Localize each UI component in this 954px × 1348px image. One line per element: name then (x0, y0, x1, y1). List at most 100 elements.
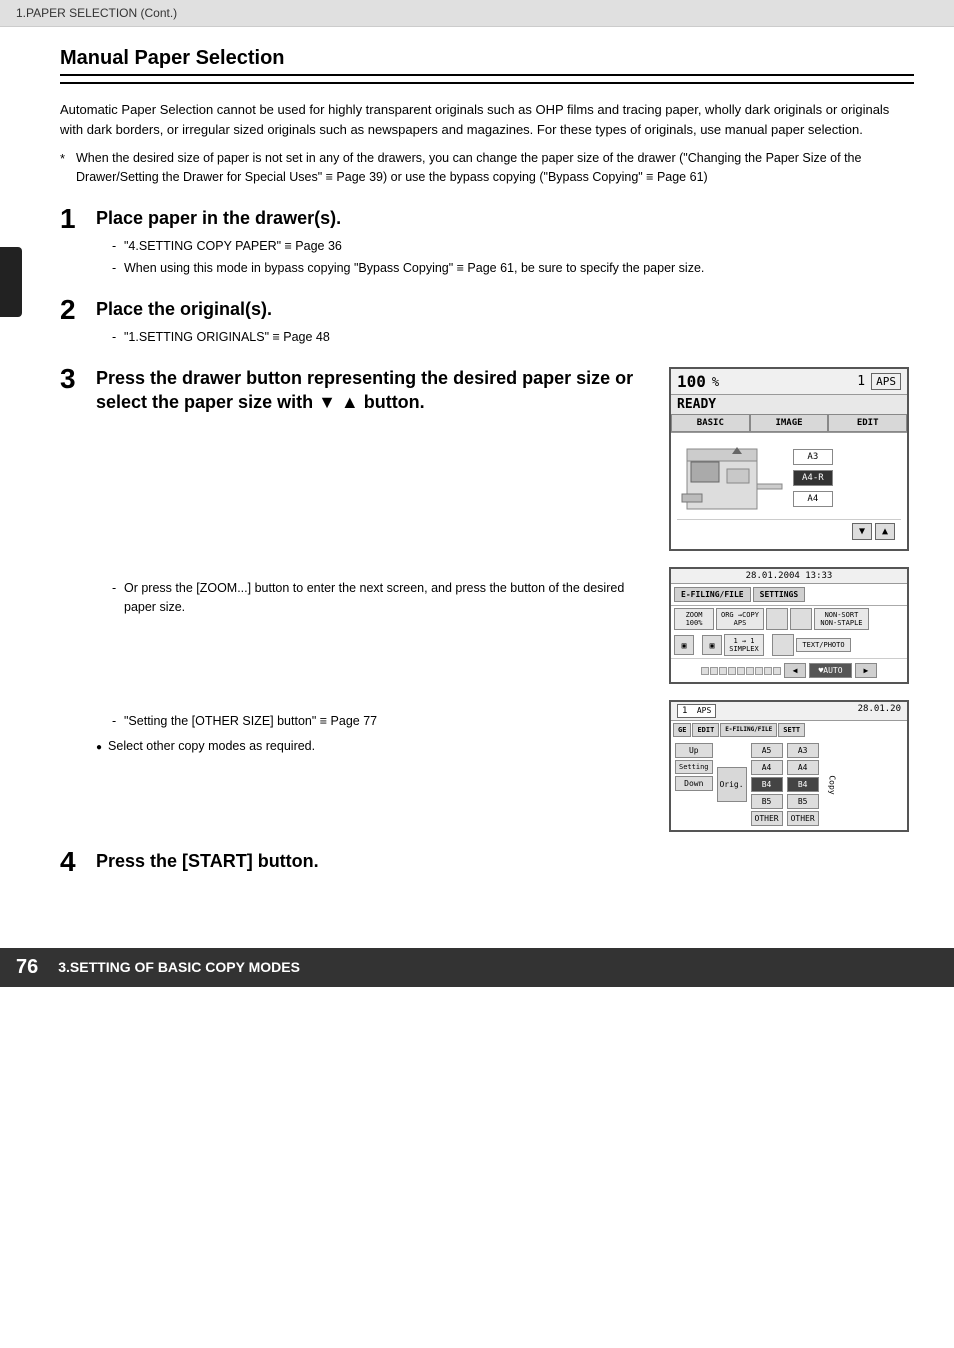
screen3-datetime: 28.01.20 (858, 704, 901, 718)
originals-icon: Orig. (717, 767, 747, 802)
step-2-sub-1: "1.SETTING ORIGINALS" ≡ Page 48 (112, 327, 914, 347)
copier-svg (677, 439, 787, 519)
screen-tab-image[interactable]: IMAGE (750, 414, 829, 432)
size-a4-1[interactable]: A4 (751, 760, 783, 775)
footer-bar: 76 3.SETTING OF BASIC COPY MODES (0, 948, 954, 987)
screen2-forward-btn[interactable]: ▶ (855, 663, 878, 678)
step-1-subs: "4.SETTING COPY PAPER" ≡ Page 36 When us… (112, 236, 914, 278)
nav-up-button[interactable]: ▲ (875, 523, 895, 540)
screen2-textphoto[interactable]: TEXT/PHOTO (796, 638, 851, 652)
screen-2-tab-settings[interactable]: SETTINGS (753, 587, 806, 602)
screen-2-container: 28.01.2004 13:33 E-FILING/FILE SETTINGS … (669, 567, 914, 684)
screen3-originals: Orig. (717, 743, 747, 826)
screen2-icon1 (766, 608, 788, 630)
step-3-layout: Press the drawer button representing the… (96, 367, 914, 551)
select-note-text: Select other copy modes as required. (108, 739, 315, 753)
step-1-sub-2: When using this mode in bypass copying "… (112, 258, 914, 278)
paper-size-buttons: A3 A4-R A4 (793, 449, 833, 509)
step-4-number: 4 (60, 848, 96, 876)
sidebar-tab (0, 247, 22, 317)
screen-1-copy-num: 1 (857, 374, 865, 389)
screen-2-tabs: E-FILING/FILE SETTINGS (671, 584, 907, 606)
screen-1-pct-symbol: % (712, 375, 719, 389)
screen-tab-basic[interactable]: BASIC (671, 414, 750, 432)
sq6 (746, 667, 754, 675)
paper-size-a4[interactable]: A4 (793, 491, 833, 507)
size-a3-2[interactable]: A3 (787, 743, 819, 758)
screen3-tab-edit[interactable]: EDIT (692, 723, 719, 737)
screen-2-row2: ▣ ▣ 1 → 1SIMPLEX TEXT/PHOTO (671, 632, 907, 658)
step-3-number: 3 (60, 365, 96, 393)
size-a5-1[interactable]: A5 (751, 743, 783, 758)
note-block: * When the desired size of paper is not … (60, 149, 914, 187)
screen-2-tab-efiling[interactable]: E-FILING/FILE (674, 587, 751, 602)
select-note-item: ● Select other copy modes as required. (96, 739, 653, 753)
step-3-content: Press the drawer button representing the… (96, 367, 914, 832)
size-b5-1[interactable]: B5 (751, 794, 783, 809)
screen3-tab-efiling[interactable]: E-FILING/FILE (720, 723, 777, 737)
screen2-icons (766, 608, 812, 630)
screen-1-container: 100 % 1 APS READY BASIC IMAGE EDIT (669, 367, 914, 551)
footer-text: 3.SETTING OF BASIC COPY MODES (58, 959, 300, 975)
screen-1-aps: APS (871, 373, 901, 390)
screen-2: 28.01.2004 13:33 E-FILING/FILE SETTINGS … (669, 567, 909, 684)
screen3-tab-sett[interactable]: SETT (778, 723, 805, 737)
screen-3: 1 APS 28.01.20 GE EDIT E-FILING/FILE SET… (669, 700, 909, 832)
step-2-content: Place the original(s). "1.SETTING ORIGIN… (96, 298, 914, 349)
screen3-tab-ge[interactable]: GE (673, 723, 691, 737)
screen2-dup-icons: ▣ ▣ (674, 635, 722, 655)
step-3: 3 Press the drawer button representing t… (60, 367, 914, 832)
screen-1-body: A3 A4-R A4 ▼ ▲ (671, 433, 907, 549)
header-text: 1.PAPER SELECTION (Cont.) (16, 6, 177, 20)
size-a4-2[interactable]: A4 (787, 760, 819, 775)
size-b5-2[interactable]: B5 (787, 794, 819, 809)
screen3-sizes-col2: A3 A4 B4 B5 OTHER Copy (787, 743, 819, 826)
sq2 (710, 667, 718, 675)
step-3-setting-text: "Setting the [OTHER SIZE] button" ≡ Page… (96, 700, 653, 757)
nav-down-button[interactable]: ▼ (852, 523, 872, 540)
screen-3-tabs: GE EDIT E-FILING/FILE SETT (671, 721, 907, 739)
intro-paragraph: Automatic Paper Selection cannot be used… (60, 100, 914, 139)
small-squares-row (701, 667, 781, 675)
step-3-setting-section: "Setting the [OTHER SIZE] button" ≡ Page… (96, 700, 914, 832)
screen3-left-col: Up Setting Down (675, 743, 713, 826)
step-1-number: 1 (60, 205, 96, 233)
screen-tab-edit[interactable]: EDIT (828, 414, 907, 432)
sq1 (701, 667, 709, 675)
step-4-title: Press the [START] button. (96, 850, 914, 873)
step-3-or-text: Or press the [ZOOM...] button to enter t… (96, 567, 653, 625)
screen3-setting-btn[interactable]: Setting (675, 760, 713, 774)
screen2-auto-btn[interactable]: ◀ (784, 663, 807, 678)
screen2-auto-label[interactable]: ♥AUTO (809, 663, 851, 678)
step-4: 4 Press the [START] button. (60, 850, 914, 879)
footer-page-number: 76 (16, 956, 38, 979)
screen-3-container: 1 APS 28.01.20 GE EDIT E-FILING/FILE SET… (669, 700, 914, 832)
screen2-aps[interactable]: ORG →COPYAPS (716, 608, 764, 630)
step-3-title: Press the drawer button representing the… (96, 367, 653, 414)
size-other-2[interactable]: OTHER (787, 811, 819, 826)
step-2: 2 Place the original(s). "1.SETTING ORIG… (60, 298, 914, 349)
sq7 (755, 667, 763, 675)
step-3-or-section: Or press the [ZOOM...] button to enter t… (96, 567, 914, 684)
screen-1-tabs: BASIC IMAGE EDIT (671, 414, 907, 433)
screen2-nonsort[interactable]: NON-SORTNON-STAPLE (814, 608, 869, 630)
sq4 (728, 667, 736, 675)
screen3-sizes-col1: A5 A4 B4 B5 OTHER (751, 743, 783, 826)
step-2-number: 2 (60, 296, 96, 324)
paper-size-a3[interactable]: A3 (793, 449, 833, 465)
size-other-1[interactable]: OTHER (751, 811, 783, 826)
note-text: When the desired size of paper is not se… (76, 149, 914, 187)
screen2-simplex[interactable]: 1 → 1SIMPLEX (724, 634, 764, 656)
screen3-down-btn[interactable]: Down (675, 776, 713, 791)
size-b4-1[interactable]: B4 (751, 777, 783, 792)
screen3-up-btn[interactable]: Up (675, 743, 713, 758)
screen-1-percent: 100 (677, 372, 706, 391)
or-note-item: Or press the [ZOOM...] button to enter t… (112, 579, 653, 617)
step-1-title: Place paper in the drawer(s). (96, 207, 914, 230)
step-2-subs: "1.SETTING ORIGINALS" ≡ Page 48 (112, 327, 914, 347)
size-b4-2[interactable]: B4 (787, 777, 819, 792)
screen2-zoom[interactable]: ZOOM100% (674, 608, 714, 630)
step-1: 1 Place paper in the drawer(s). "4.SETTI… (60, 207, 914, 280)
paper-size-a4r[interactable]: A4-R (793, 470, 833, 486)
screen-1-ready: READY (671, 395, 907, 414)
